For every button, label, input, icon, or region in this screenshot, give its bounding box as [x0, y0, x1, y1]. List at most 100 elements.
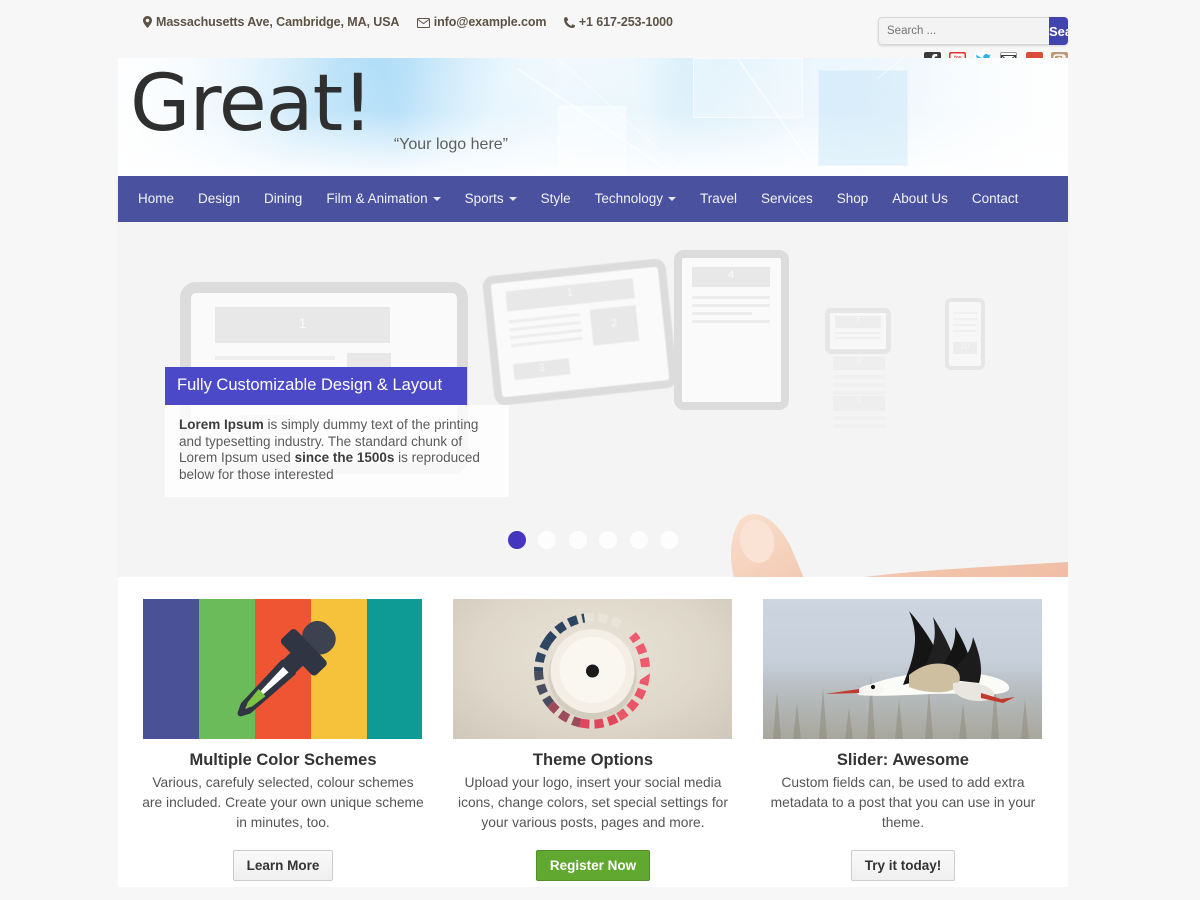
nav-item-film-animation[interactable]: Film & Animation: [314, 176, 452, 222]
nav-item-home[interactable]: Home: [126, 176, 186, 222]
wireframe-line: [953, 324, 977, 326]
nav-item-design[interactable]: Design: [186, 176, 252, 222]
feature-card-theme-options: Theme Options Upload your logo, insert y…: [438, 599, 748, 887]
decor-square: [693, 58, 803, 118]
slider-dot-5[interactable]: [629, 531, 648, 549]
wireframe-number: 10: [953, 342, 977, 351]
chevron-down-icon: [667, 197, 676, 201]
nav-item-contact[interactable]: Contact: [960, 176, 1031, 222]
content-column: Massachusetts Ave, Cambridge, MA, USA in…: [118, 0, 1068, 887]
decor-square: [818, 70, 908, 166]
nav-label: Film & Animation: [326, 191, 428, 206]
page-root: Massachusetts Ave, Cambridge, MA, USA in…: [0, 0, 1200, 900]
monitor-stand-content: 8 9: [833, 357, 885, 428]
wireframe-line: [692, 296, 770, 299]
search-input[interactable]: [878, 17, 1049, 45]
nav-label: Style: [540, 191, 571, 206]
wireframe-number: 4: [692, 269, 770, 281]
slider-pagination: [118, 531, 1068, 554]
nav-item-dining[interactable]: Dining: [252, 176, 314, 222]
slider-dot-2[interactable]: [538, 531, 557, 549]
feature-text: Various, carefuly selected, colour schem…: [142, 775, 424, 830]
wireframe-line: [953, 318, 977, 320]
nav-label: Technology: [594, 191, 663, 206]
wireframe-number: 1: [215, 315, 390, 331]
nav-item-travel[interactable]: Travel: [688, 176, 749, 222]
register-now-button[interactable]: Register Now: [535, 850, 651, 881]
nav-item-style[interactable]: Style: [529, 176, 583, 222]
nav-label: Shop: [836, 191, 869, 206]
wireframe-line: [833, 383, 885, 387]
learn-more-button[interactable]: Learn More: [232, 850, 334, 881]
search-box: Search: [878, 17, 1068, 45]
chevron-down-icon: [432, 197, 441, 201]
phone-text: +1 617-253-1000: [578, 15, 673, 29]
wireframe-line: [692, 312, 752, 315]
wireframe-line: [953, 330, 977, 332]
nav-label: Contact: [971, 191, 1019, 206]
feature-title: Multiple Color Schemes: [189, 751, 377, 769]
address-text: Massachusetts Ave, Cambridge, MA, USA: [156, 15, 400, 29]
phone-icon: [563, 15, 575, 29]
device-mockup-phone: 10: [945, 298, 985, 370]
feature-card-color-schemes: Multiple Color Schemes Various, carefuly…: [128, 599, 438, 887]
wireframe-line: [833, 391, 885, 395]
slider-dot-4[interactable]: [599, 531, 618, 549]
wireframe-line: [953, 312, 977, 314]
slider-image: 1 2 1: [118, 222, 1068, 577]
slider-dot-6[interactable]: [660, 531, 679, 549]
nav-label: Sports: [464, 191, 504, 206]
address-item: Massachusetts Ave, Cambridge, MA, USA: [143, 15, 399, 29]
decor-square: [558, 106, 626, 176]
nav-label: Dining: [264, 191, 303, 206]
wireframe-line: [835, 337, 881, 339]
slider-caption-title: Fully Customizable Design & Layout: [165, 367, 467, 405]
device-mockup-portrait: 4: [674, 250, 789, 410]
masthead-banner: Great! “Your logo here”: [118, 58, 1068, 176]
email-text: info@example.com: [433, 15, 547, 29]
caption-lead: Lorem Ipsum: [179, 417, 264, 432]
nav-item-about-us[interactable]: About Us: [880, 176, 960, 222]
envelope-icon: [416, 15, 430, 29]
nav-label: Services: [761, 191, 813, 206]
feature-text: Upload your logo, insert your social med…: [458, 775, 728, 830]
slider-caption: Fully Customizable Design & Layout Lorem…: [165, 367, 509, 497]
hero-slider: 1 2 1: [118, 222, 1068, 577]
feature-title: Slider: Awesome: [836, 751, 969, 769]
phone-item[interactable]: +1 617-253-1000: [563, 15, 673, 29]
slider-caption-body: Lorem Ipsum is simply dummy text of the …: [165, 405, 509, 497]
search-button[interactable]: Search: [1049, 17, 1068, 45]
feature-title: Theme Options: [532, 751, 654, 769]
feature-text: Custom fields can, be used to add extra …: [770, 775, 1036, 830]
wireframe-line: [833, 424, 885, 428]
wireframe-line: [833, 375, 885, 379]
nav-item-technology[interactable]: Technology: [583, 176, 688, 222]
nav-label: Home: [138, 191, 175, 206]
site-logo[interactable]: Great! “Your logo here”: [118, 58, 518, 154]
stork-graphic: [773, 611, 1030, 739]
chevron-down-icon: [508, 197, 517, 201]
nav-item-shop[interactable]: Shop: [825, 176, 881, 222]
device-mockup-monitor: 7: [825, 308, 891, 354]
wireframe-line: [692, 304, 770, 307]
wireframe-line: [833, 416, 885, 420]
caption-bold2: since the 1500s: [294, 450, 395, 465]
nav-label: Design: [198, 191, 241, 206]
device-mockup-medium: 1 2 3: [481, 257, 679, 407]
nav-label: About Us: [892, 191, 948, 206]
wireframe-line: [510, 336, 583, 348]
top-bar: Massachusetts Ave, Cambridge, MA, USA in…: [118, 0, 1068, 69]
slider-dot-1[interactable]: [507, 531, 526, 549]
wireframe-number: 9: [833, 396, 885, 405]
feature-cards: Multiple Color Schemes Various, carefuly…: [118, 577, 1068, 887]
slider-dot-3[interactable]: [568, 531, 587, 549]
nav-label: Travel: [699, 191, 737, 206]
nav-item-services[interactable]: Services: [749, 176, 825, 222]
flying-stork-image: [763, 599, 1043, 739]
dial-knob-graphic: [534, 612, 651, 729]
try-it-today-button[interactable]: Try it today!: [850, 850, 956, 881]
email-item[interactable]: info@example.com: [416, 15, 547, 29]
wireframe-number: 8: [833, 357, 885, 366]
wireframe-line: [215, 356, 335, 360]
nav-item-sports[interactable]: Sports: [453, 176, 529, 222]
